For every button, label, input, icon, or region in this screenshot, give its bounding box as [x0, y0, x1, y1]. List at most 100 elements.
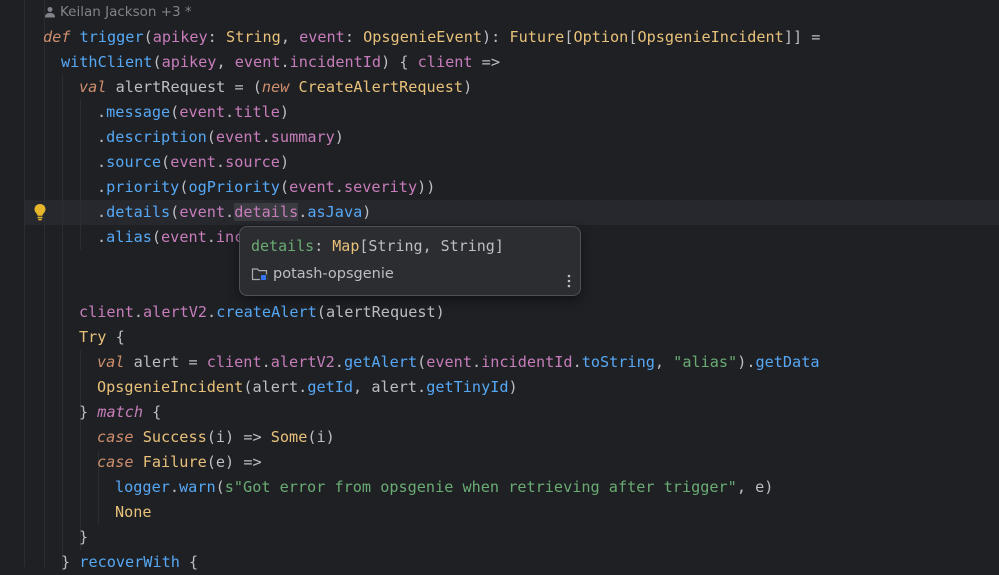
code-token: )	[508, 378, 518, 396]
code-token: (	[170, 203, 180, 221]
code-line[interactable]: val alertRequest = (new CreateAlertReque…	[79, 75, 472, 100]
popup-module-link[interactable]: potash-opsgenie	[251, 265, 394, 283]
code-line[interactable]: case Failure(e) =>	[97, 450, 262, 475]
code-line[interactable]: .priority(ogPriority(event.severity))	[97, 175, 435, 200]
code-line[interactable]: .message(event.title)	[97, 100, 289, 125]
code-token: Future	[509, 28, 565, 46]
code-token: event	[426, 353, 472, 371]
code-token: getAlert	[343, 353, 418, 371]
code-token: s"Got error from opsgenie when retrievin…	[224, 478, 737, 496]
code-token: ,	[654, 353, 674, 371]
code-line[interactable]: case Success(i) => Some(i)	[97, 425, 335, 450]
code-line[interactable]: val alert = client.alertV2.getAlert(even…	[97, 350, 820, 375]
blame-annotation[interactable]: Keilan Jackson +3 *	[44, 2, 192, 22]
code-token: def	[43, 28, 71, 46]
code-token: alertV2	[143, 303, 208, 321]
popup-symbol-name: details	[251, 237, 315, 255]
code-token: description	[106, 128, 207, 146]
code-token: .	[97, 153, 107, 171]
code-token: {	[143, 403, 162, 421]
code-line[interactable]: client.alertV2.createAlert(alertRequest)	[79, 300, 445, 325]
code-token: (	[279, 178, 290, 196]
code-token: event	[215, 128, 262, 146]
code-token: (	[206, 128, 216, 146]
code-token: source	[225, 153, 280, 171]
code-token: event	[299, 28, 345, 46]
popup-type-generics: [String, String]	[359, 237, 504, 255]
code-line[interactable]: .alias(event.inc	[97, 225, 243, 250]
code-token: )	[463, 78, 473, 96]
popup-type-name: Map	[332, 237, 360, 255]
code-token: summary	[270, 128, 335, 146]
code-token: .	[261, 128, 271, 146]
code-token: ,	[216, 53, 235, 71]
code-token: =>	[472, 53, 500, 71]
code-token: alertV2	[270, 353, 335, 371]
code-token: alert =	[124, 353, 207, 371]
code-line[interactable]: withClient(apikey, event.incidentId) { c…	[61, 50, 500, 75]
code-line[interactable]: Try {	[79, 325, 125, 350]
code-token: (	[170, 103, 180, 121]
code-token: (alert.	[243, 378, 308, 396]
code-line[interactable]: }	[79, 525, 88, 550]
code-token: .	[133, 303, 144, 321]
popup-separator: :	[314, 237, 333, 255]
code-line[interactable]: .details(event.details.asJava)	[97, 200, 371, 225]
code-token: ) {	[381, 53, 418, 71]
code-token: asJava	[307, 203, 363, 221]
code-token: (	[161, 153, 171, 171]
code-token: }	[79, 528, 89, 546]
code-line[interactable]: .description(event.summary)	[97, 125, 344, 150]
indent-guide	[80, 100, 81, 250]
code-token: {	[106, 328, 125, 346]
code-token: OpsgenieEvent	[363, 28, 482, 46]
code-token: case	[97, 428, 134, 446]
code-token: )	[334, 128, 344, 146]
code-token: case	[97, 453, 134, 471]
code-token: .	[207, 303, 217, 321]
code-token: .	[280, 53, 290, 71]
code-token: new	[261, 78, 290, 96]
more-vertical-icon[interactable]	[566, 273, 572, 289]
code-token: :	[207, 28, 226, 46]
code-token: ):	[482, 28, 510, 46]
code-token: severity	[343, 178, 418, 196]
code-token: event	[179, 203, 226, 221]
code-line[interactable]: OpsgenieIncident(alert.getId, alert.getT…	[97, 375, 518, 400]
code-token: )	[279, 153, 290, 171]
code-line[interactable]: } match {	[79, 400, 161, 425]
code-line[interactable]: None	[115, 500, 152, 525]
code-token: OpsgenieIncident	[637, 28, 784, 46]
code-line[interactable]: def trigger(apikey: String, event: Opsge…	[43, 25, 820, 50]
code-token: getId	[307, 378, 354, 396]
code-token: CreateAlertRequest	[298, 78, 464, 96]
code-token: Failure	[142, 453, 207, 471]
code-token: .	[334, 353, 344, 371]
code-token: [	[628, 28, 638, 46]
code-token: apikey	[152, 28, 208, 46]
code-token: }	[61, 553, 80, 571]
quick-documentation-popup[interactable]: details: Map[String, String] potash-opsg…	[239, 226, 581, 296]
code-token: incidentId	[289, 53, 382, 71]
code-line[interactable]: .source(event.source)	[97, 150, 289, 175]
code-token: event	[161, 228, 207, 246]
code-token: val	[79, 78, 107, 96]
code-token: OpsgenieIncident	[97, 378, 244, 396]
code-line[interactable]: } recoverWith {	[61, 550, 198, 575]
code-token: event	[289, 178, 335, 196]
code-token: alertRequest = (	[106, 78, 262, 96]
code-token: event	[234, 53, 281, 71]
code-token: priority	[106, 178, 180, 196]
code-token: , alert.	[353, 378, 427, 396]
code-token: Some	[270, 428, 308, 446]
blame-author: Keilan Jackson +3 *	[60, 4, 192, 20]
lightbulb-icon[interactable]	[33, 203, 47, 221]
code-token: ]] =	[783, 28, 821, 46]
code-token: String	[225, 28, 281, 46]
code-token: withClient	[61, 53, 153, 71]
code-line[interactable]: logger.warn(s"Got error from opsgenie wh…	[115, 475, 773, 500]
code-token: event	[170, 153, 216, 171]
code-token: "alias"	[673, 353, 738, 371]
